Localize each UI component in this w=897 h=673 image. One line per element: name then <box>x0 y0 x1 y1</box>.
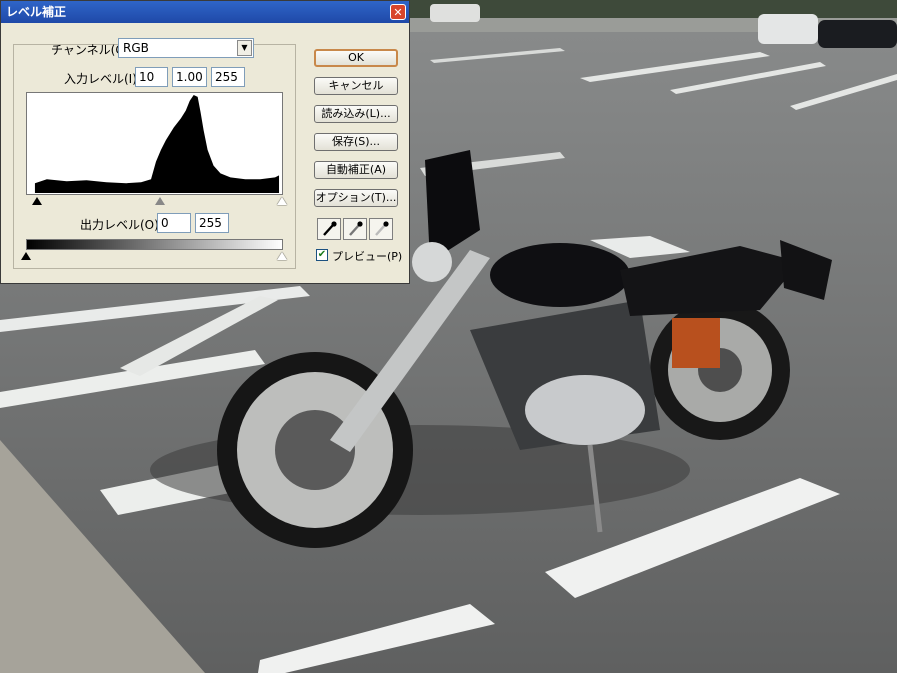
input-gamma-field[interactable]: 1.00 <box>172 67 207 87</box>
black-eyedropper-icon[interactable] <box>317 218 341 240</box>
output-black-slider[interactable] <box>21 252 31 260</box>
save-button[interactable]: 保存(S)... <box>314 133 398 151</box>
gray-eyedropper-icon[interactable] <box>343 218 367 240</box>
output-white-slider[interactable] <box>277 252 287 260</box>
histogram-fill <box>34 94 280 194</box>
close-icon[interactable]: ✕ <box>390 4 406 20</box>
preview-label: プレビュー(P) <box>332 250 403 263</box>
ok-button[interactable]: OK <box>314 49 398 67</box>
channel-select[interactable]: RGB ▼ <box>118 38 254 58</box>
channel-value: RGB <box>123 41 149 55</box>
dialog-title: レベル補正 <box>6 5 67 19</box>
levels-dialog: レベル補正 ✕ チャンネル(C): RGB ▼ 入力レベル(I): 10 1.0… <box>0 0 410 284</box>
input-white-field[interactable]: 255 <box>211 67 245 87</box>
input-black-slider[interactable] <box>32 197 42 205</box>
load-button[interactable]: 読み込み(L)... <box>314 105 398 123</box>
white-eyedropper-icon[interactable] <box>369 218 393 240</box>
output-black-field[interactable]: 0 <box>157 213 191 233</box>
chevron-down-icon[interactable]: ▼ <box>237 40 252 56</box>
auto-button[interactable]: 自動補正(A) <box>314 161 398 179</box>
options-button[interactable]: オプション(T)... <box>314 189 398 207</box>
histogram <box>26 92 283 195</box>
output-white-field[interactable]: 255 <box>195 213 229 233</box>
input-black-field[interactable]: 10 <box>135 67 168 87</box>
input-gamma-slider[interactable] <box>155 197 165 205</box>
output-gradient-bar <box>26 239 283 250</box>
input-levels-label: 入力レベル(I): <box>64 72 141 86</box>
input-white-slider[interactable] <box>277 197 287 205</box>
cancel-button[interactable]: キャンセル <box>314 77 398 95</box>
output-levels-label: 出力レベル(O): <box>80 218 163 232</box>
preview-checkbox[interactable]: ✔ <box>316 249 328 261</box>
dialog-titlebar[interactable]: レベル補正 ✕ <box>1 1 409 23</box>
